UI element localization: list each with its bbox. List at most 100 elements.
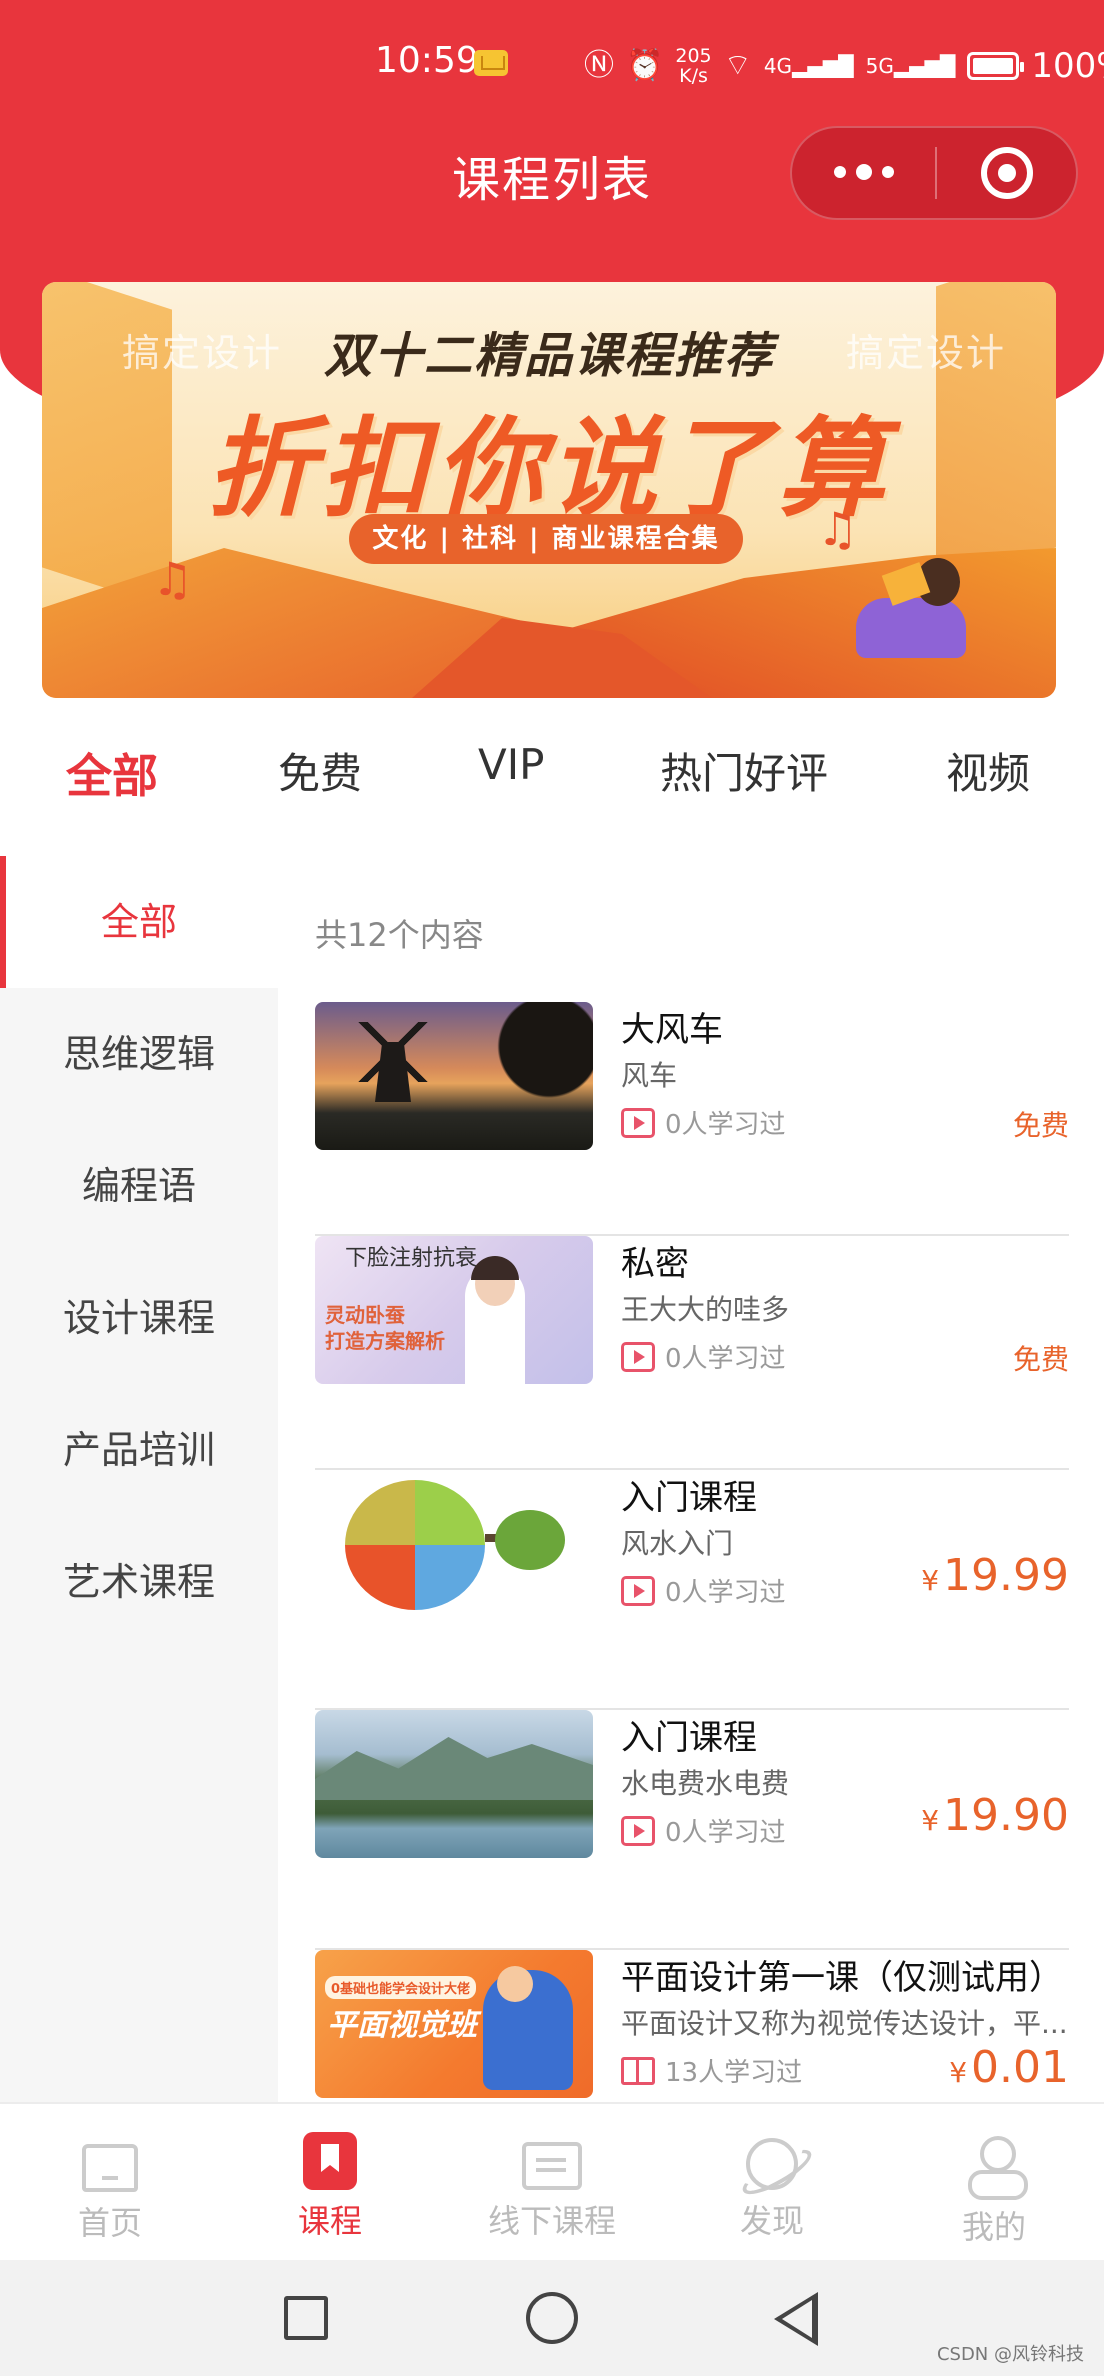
course-thumbnail [315,1002,593,1150]
course-price: ¥19.99 [921,1550,1069,1601]
course-title: 入门课程 [621,1478,757,1518]
sidebar: 全部 思维逻辑 编程语 设计课程 产品培训 艺术课程 [0,856,278,2102]
tab-video[interactable]: 视频 [946,740,1030,801]
course-meta: 13人学习过 [621,2052,802,2089]
battery-percent: 100% [1031,46,1104,86]
nfc-icon: Ⓝ [584,48,614,83]
status-bar: 10:59 Ⓝ ⏰ 205 K/s ⌔ 4G▂▄▆█ 5G▂▄▆█ 100% [0,40,1104,92]
course-learners: 0人学习过 [665,1578,786,1608]
tab-all[interactable]: 全部 [66,740,158,806]
tabbar-label: 首页 [77,2204,142,2242]
thumbnail-text: 0基础也能学会设计大佬 [325,1976,477,1999]
course-learners: 0人学习过 [665,1110,786,1140]
course-price-value: 19.99 [943,1550,1069,1601]
network-speed-unit: K/s [679,65,708,87]
miniprogram-capsule [790,126,1078,220]
course-thumbnail [315,1710,593,1858]
video-icon [621,1107,655,1138]
course-title: 私密 [621,1244,689,1284]
course-list-item[interactable]: 0基础也能学会设计大佬 平面视觉班 平面设计第一课（仅测试用） 平面设计又称为视… [315,1950,1069,2102]
system-navigation-bar: CSDN @风铃科技 [0,2260,1104,2376]
tab-free[interactable]: 免费 [278,740,362,801]
banner-subtitle-pill: 文化 | 社科 | 商业课程合集 [349,514,743,564]
course-price-free: 免费 [1012,1109,1069,1142]
category-tabs: 全部 免费 VIP 热门好评 视频 [0,740,1104,830]
watermark: CSDN @风铃科技 [936,2344,1084,2365]
tabbar-label: 发现 [739,2202,804,2240]
wifi-icon: ⌔ [723,48,752,83]
course-learners: 0人学习过 [665,1344,786,1374]
book-icon [621,2056,655,2085]
tab-popular[interactable]: 热门好评 [660,740,828,801]
course-price-free: 免费 [1012,1343,1069,1376]
tabbar-offline-courses[interactable]: 线下课程 [442,2132,662,2242]
course-subtitle: 王大大的哇多 [621,1293,790,1326]
course-price: ¥19.90 [921,1790,1069,1841]
course-list-item[interactable]: 入门课程 水电费水电费 0人学习过 ¥19.90 [315,1710,1069,1950]
sidebar-item-product[interactable]: 产品培训 [0,1384,278,1516]
planet-icon [746,2138,798,2190]
sidebar-item-programming[interactable]: 编程语 [0,1120,278,1252]
status-time: 10:59 [375,40,479,81]
course-learners: 13人学习过 [665,2058,803,2088]
currency-symbol: ¥ [921,1804,940,1837]
course-list-item[interactable]: 入门课程 风水入门 0人学习过 ¥19.99 [315,1470,1069,1710]
thumbnail-text: 灵动卧蚕 打造方案解析 [325,1303,445,1353]
tabbar-profile[interactable]: 我的 [884,2132,1104,2248]
thumbnail-text: 下脸注射抗衰 [345,1246,478,1271]
tabbar-label: 课程 [297,2202,362,2240]
video-icon [621,1815,655,1846]
course-thumbnail: 下脸注射抗衰 灵动卧蚕 打造方案解析 [315,1236,593,1384]
sidebar-item-logic[interactable]: 思维逻辑 [0,988,278,1120]
tabbar-courses[interactable]: 课程 [220,2132,440,2242]
course-price-value: 19.90 [943,1790,1069,1841]
currency-symbol: ¥ [921,1564,940,1597]
music-note-icon: ♫ [152,552,194,606]
back-button[interactable] [774,2292,818,2346]
sidebar-item-all[interactable]: 全部 [0,856,278,988]
course-meta: 0人学习过 [621,1104,786,1141]
tabbar-label: 我的 [961,2208,1026,2246]
course-thumbnail [315,1470,593,1618]
course-thumbnail: 0基础也能学会设计大佬 平面视觉班 [315,1950,593,2098]
course-subtitle: 风车 [621,1059,678,1092]
course-list-item[interactable]: 下脸注射抗衰 灵动卧蚕 打造方案解析 私密 王大大的哇多 0人学习过 免费 [315,1236,1069,1470]
currency-symbol: ¥ [949,2056,968,2089]
course-meta: 0人学习过 [621,1812,786,1849]
more-dot-icon [855,164,872,180]
close-miniprogram-button[interactable] [937,147,1076,199]
tabbar-label: 线下课程 [487,2202,616,2240]
tabbar-discover[interactable]: 发现 [662,2132,882,2242]
course-list-item[interactable]: 大风车 风车 0人学习过 免费 [315,1002,1069,1236]
video-icon [621,1341,655,1372]
course-title: 大风车 [621,1010,723,1050]
home-button[interactable] [526,2292,578,2344]
thumbnail-text: 平面视觉班 [327,2008,477,2043]
content-count: 共12个内容 [315,916,484,954]
network-speed: 205 K/s [675,46,711,86]
network-speed-value: 205 [675,45,712,67]
course-subtitle: 平面设计又称为视觉传达设计，平... [621,2007,1068,2040]
signal-5g-icon: 5G▂▄▆█ [865,54,956,78]
course-title: 入门课程 [621,1718,757,1758]
signal-4g-icon: 4G▂▄▆█ [763,54,854,78]
bookmark-icon [303,2132,357,2190]
video-icon [621,1575,655,1606]
more-button[interactable] [792,164,935,180]
course-title: 平面设计第一课（仅测试用） [621,1958,1063,1998]
more-dot-icon [833,166,846,178]
course-price-value: 0.01 [971,2042,1069,2093]
more-dot-icon [881,166,894,178]
screen-icon [522,2142,582,2190]
battery-icon [967,52,1025,80]
tabbar-home[interactable]: 首页 [0,2132,220,2244]
course-price: ¥0.01 [949,2042,1069,2093]
home-icon [82,2144,138,2192]
sidebar-item-art[interactable]: 艺术课程 [0,1516,278,1648]
sidebar-item-design[interactable]: 设计课程 [0,1252,278,1384]
course-meta: 0人学习过 [621,1338,786,1375]
tab-vip[interactable]: VIP [478,740,544,789]
promo-banner[interactable]: 搞定设计 搞定设计 双十二精品课程推荐 折扣你说了算 文化 | 社科 | 商业课… [42,282,1056,698]
recent-apps-button[interactable] [284,2296,328,2340]
mail-notification-icon [474,50,508,76]
